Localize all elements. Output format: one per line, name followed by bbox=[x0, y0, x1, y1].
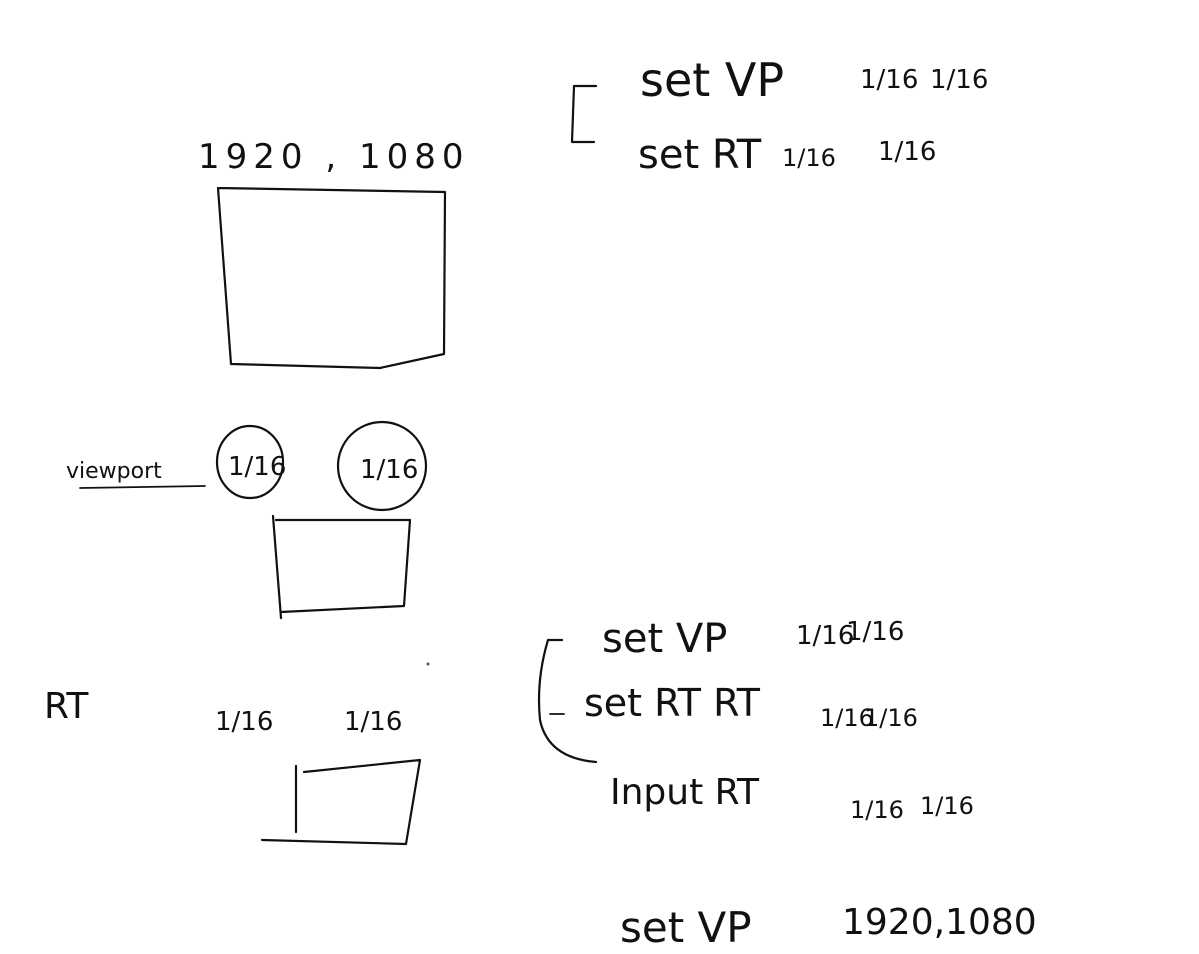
bottom-line3-a: 1/16 bbox=[850, 796, 904, 824]
rt-scale-x: 1/16 bbox=[215, 707, 273, 737]
bottom-line3-cmd: Input RT bbox=[610, 772, 760, 813]
viewport-rect bbox=[271, 514, 412, 620]
bottom-line2-cmd: set RT RT bbox=[584, 681, 761, 725]
bottom-line4-cmd: set VP bbox=[620, 903, 752, 952]
top-line1-b: 1/16 bbox=[930, 65, 988, 95]
rt-rect bbox=[260, 758, 422, 846]
viewport-label: viewport bbox=[66, 459, 162, 484]
viewport-scale-x: 1/16 bbox=[228, 452, 286, 482]
bottom-line3-b: 1/16 bbox=[920, 792, 974, 820]
fullscreen-rect bbox=[216, 186, 447, 370]
bottom-line1-b: 1/16 bbox=[846, 617, 904, 647]
viewport-scale-y: 1/16 bbox=[360, 455, 418, 485]
bottom-line4-a: 1920,1080 bbox=[842, 902, 1037, 943]
resolution-label: 1920 , 1080 bbox=[198, 137, 469, 177]
bottom-line2-b: 1/16 bbox=[864, 704, 918, 732]
stray-dot bbox=[426, 662, 430, 666]
rt-scale-y: 1/16 bbox=[344, 707, 402, 737]
top-bracket bbox=[570, 84, 598, 144]
top-line1-cmd: set VP bbox=[640, 53, 784, 107]
top-line1-a: 1/16 bbox=[860, 65, 918, 95]
viewport-underline bbox=[79, 485, 206, 489]
top-line2-a: 1/16 bbox=[782, 144, 836, 172]
top-line2-b: 1/16 bbox=[878, 137, 936, 167]
bottom-line1-cmd: set VP bbox=[602, 616, 727, 662]
top-line2-cmd: set RT bbox=[638, 132, 762, 178]
rt-label: RT bbox=[44, 686, 89, 727]
whiteboard-canvas: 1920 , 1080 viewport 1/16 1/16 RT 1/16 1… bbox=[44, 53, 1037, 952]
